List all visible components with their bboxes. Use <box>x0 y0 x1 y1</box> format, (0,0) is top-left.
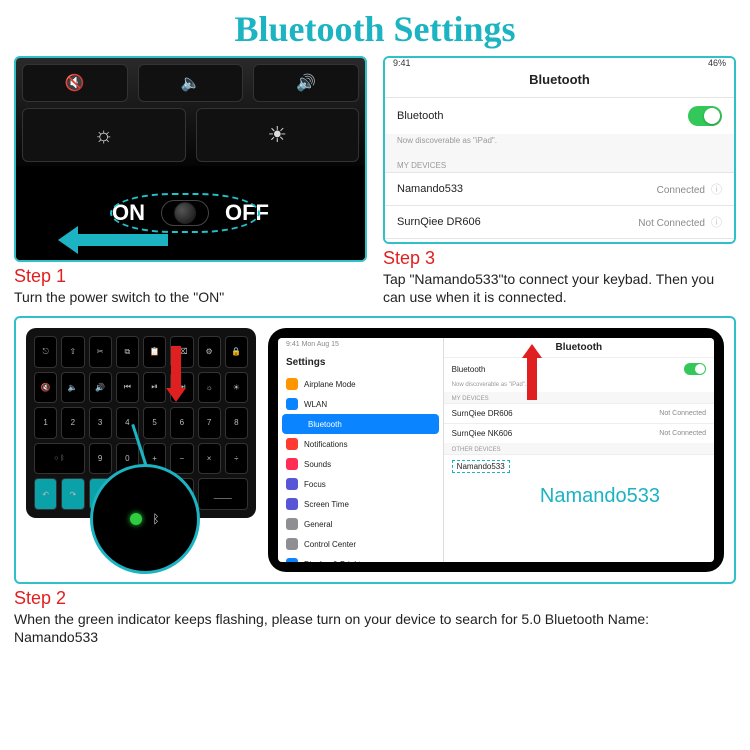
bluetooth-toggle-row[interactable]: Bluetooth <box>385 97 734 134</box>
screen-title: Bluetooth <box>385 68 734 97</box>
key-brightness-down-icon: ☼ <box>22 108 186 162</box>
settings-item[interactable]: Notifications <box>278 434 443 454</box>
info-icon[interactable]: ⓘ <box>711 184 722 196</box>
target-device-name: Namando533 <box>452 460 510 473</box>
settings-item-icon <box>286 398 298 410</box>
key-speaker-icon: 🔈 <box>138 64 244 102</box>
settings-item-label: Bluetooth <box>308 420 342 429</box>
step2-desc: When the green indicator keeps flashing,… <box>14 611 736 646</box>
section-other-devices: OTHER DEVICES <box>444 443 714 454</box>
discoverable-text: Now discoverable as "iPad". <box>385 134 734 153</box>
settings-item[interactable]: Bluetooth <box>282 414 439 434</box>
settings-item[interactable]: General <box>278 514 443 534</box>
discoverable-text: Now discoverable as "iPad". <box>444 380 714 392</box>
green-led-icon <box>130 513 142 525</box>
key-mute-icon: 🔇 <box>22 64 128 102</box>
status-battery: 46% <box>708 58 726 68</box>
step1-panel: 🔇 🔈 🔊 ☼ ☀ ON OFF <box>14 56 367 262</box>
settings-item-label: Screen Time <box>304 500 349 509</box>
key-brightness-up-icon: ☀ <box>196 108 360 162</box>
detail-title: Bluetooth <box>444 338 714 357</box>
step2-label: Step 2 <box>14 588 736 609</box>
device-row[interactable]: SurnQiee DR606Not Connected <box>444 403 714 423</box>
step1-label: Step 1 <box>14 266 367 287</box>
tablet-device: 9:41 Mon Aug 15 Settings Airplane Mode WL… <box>268 328 724 572</box>
settings-item[interactable]: WLAN <box>278 394 443 414</box>
settings-item[interactable]: Display & Brightness <box>278 554 443 562</box>
settings-item[interactable]: Screen Time <box>278 494 443 514</box>
settings-item[interactable]: Airplane Mode <box>278 374 443 394</box>
device-row[interactable]: SurnQiee DR606 Not Connected ⓘ <box>385 205 734 238</box>
settings-item-label: Notifications <box>304 440 348 449</box>
bluetooth-toggle[interactable] <box>688 106 722 126</box>
red-arrow-down-icon <box>168 346 184 402</box>
settings-item-label: Display & Brightness <box>304 560 378 563</box>
settings-item-icon <box>286 538 298 550</box>
settings-item-label: Sounds <box>304 460 331 469</box>
step1-desc: Turn the power switch to the "ON" <box>14 289 367 307</box>
bluetooth-toggle-row[interactable]: Bluetooth <box>444 357 714 380</box>
tablet-status: 9:41 Mon Aug 15 <box>278 338 443 351</box>
info-icon[interactable]: ⓘ <box>711 217 722 229</box>
power-switch[interactable] <box>161 200 209 226</box>
device-row[interactable]: SurnQiee NK606Not Connected <box>444 423 714 443</box>
key-speaker-loud-icon: 🔊 <box>253 64 359 102</box>
device-name: Namando533 <box>397 183 463 195</box>
step3-desc: Tap "Namando533"to connect your keybad. … <box>383 271 736 306</box>
device-status: Not Connected <box>638 218 705 229</box>
settings-item-icon <box>286 378 298 390</box>
bluetooth-label: Bluetooth <box>452 365 486 374</box>
status-time: 9:41 <box>393 58 411 68</box>
zoom-indicator-circle: ᛒ <box>90 464 200 574</box>
section-my-devices: MY DEVICES <box>444 392 714 403</box>
ipad-bluetooth-screen: 9:41 46% Bluetooth Bluetooth Now discove… <box>385 58 734 242</box>
device-row[interactable]: SurnQiee NK606 Not Connectedⓘ <box>385 238 734 244</box>
settings-item-icon <box>286 518 298 530</box>
keyboard-photo: 🔇 🔈 🔊 ☼ ☀ ON OFF <box>16 58 365 260</box>
settings-item-icon <box>286 478 298 490</box>
settings-item-label: Focus <box>304 480 326 489</box>
switch-nub <box>174 202 196 224</box>
switch-off-label: OFF <box>225 200 269 226</box>
settings-item-icon <box>286 498 298 510</box>
device-name-callout: Namando533 <box>536 485 664 508</box>
settings-title: Settings <box>278 351 443 374</box>
device-name: SurnQiee DR606 <box>397 216 481 228</box>
bluetooth-toggle[interactable] <box>684 363 706 375</box>
step3-label: Step 3 <box>383 248 736 269</box>
settings-item-icon <box>290 418 302 430</box>
settings-item[interactable]: Focus <box>278 474 443 494</box>
device-status: Connected <box>657 185 705 196</box>
bluetooth-detail-pane: Bluetooth Bluetooth Now discoverable as … <box>444 338 714 562</box>
bluetooth-icon: ᛒ <box>152 512 159 526</box>
settings-item-label: Airplane Mode <box>304 380 356 389</box>
settings-item-icon <box>286 438 298 450</box>
step3-panel: 9:41 46% Bluetooth Bluetooth Now discove… <box>383 56 736 244</box>
settings-item-label: Control Center <box>304 540 356 549</box>
settings-item-icon <box>286 558 298 562</box>
arrow-left-icon <box>58 230 168 250</box>
settings-item[interactable]: Control Center <box>278 534 443 554</box>
settings-item-icon <box>286 458 298 470</box>
status-bar: 9:41 46% <box>385 58 734 68</box>
device-row-target[interactable]: Namando533 <box>444 454 714 478</box>
bluetooth-label: Bluetooth <box>397 110 443 122</box>
switch-on-label: ON <box>112 200 145 226</box>
device-row[interactable]: Namando533 Connected ⓘ <box>385 172 734 205</box>
settings-item[interactable]: Sounds <box>278 454 443 474</box>
red-arrow-up-icon <box>524 344 540 400</box>
section-my-devices: MY DEVICES <box>385 153 734 172</box>
settings-sidebar: 9:41 Mon Aug 15 Settings Airplane Mode WL… <box>278 338 444 562</box>
settings-item-label: General <box>304 520 332 529</box>
page-title: Bluetooth Settings <box>14 8 736 50</box>
step2-panel: ⎋⇧✂⧉📋⌫⚙🔒 🔇🔈🔊⏮⏯⏭☼☀ 12345678 ○ ᛒ90+−×÷ ↶↷.… <box>14 316 736 584</box>
settings-item-label: WLAN <box>304 400 327 409</box>
